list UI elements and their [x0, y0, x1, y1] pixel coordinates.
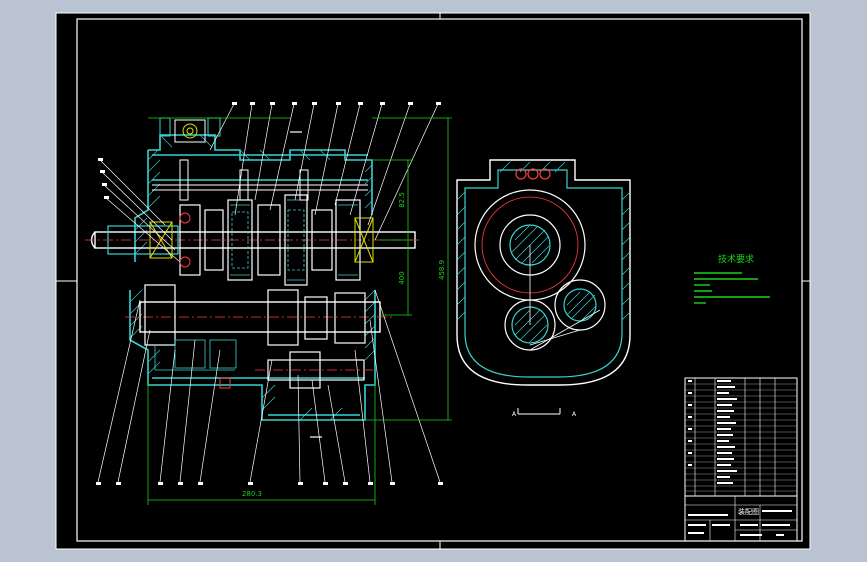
- tech-req-title: 技术要求: [718, 253, 754, 265]
- cad-drawing-canvas: 280.3 458.9 82.5 400 A A 技术要求 装配图: [55, 12, 811, 550]
- dim-upper-height: 82.5: [398, 192, 406, 208]
- dim-overall-height: 458.9: [438, 260, 446, 280]
- dim-overall-length: 280.3: [242, 490, 262, 498]
- drawing-paper: [56, 13, 810, 549]
- drawing-name: 装配图: [738, 507, 759, 516]
- dim-center-distance: 400: [398, 271, 406, 284]
